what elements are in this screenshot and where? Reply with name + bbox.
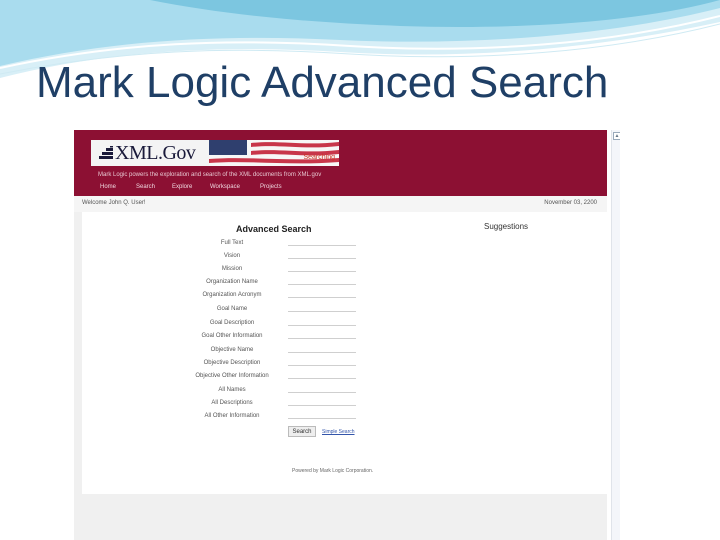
site-tagline: Mark Logic powers the exploration and se… [98, 172, 322, 178]
nav-item-home[interactable]: Home [100, 184, 116, 190]
field-label-objective-other-information: Objective Other Information [195, 373, 269, 379]
search-button[interactable]: Search [288, 426, 316, 437]
vision-input[interactable] [288, 249, 356, 259]
field-label-objective-description: Objective Description [203, 360, 261, 366]
all-descriptions-input[interactable] [288, 396, 356, 406]
nav-item-explore[interactable]: Explore [172, 184, 192, 190]
field-label-all-names: All Names [218, 387, 246, 393]
field-label-organization-name: Organization Name [206, 279, 258, 285]
organization-name-input[interactable] [288, 275, 356, 285]
field-label-full-text: Full Text [220, 240, 244, 246]
goal-other-information-input[interactable] [288, 329, 356, 339]
field-label-organization-acronym: Organization Acronym [202, 292, 262, 298]
field-label-goal-other-information: Goal Other Information [201, 333, 263, 339]
powered-by-footer: Powered by Mark Logic Corporation. [292, 468, 374, 474]
goal-description-input[interactable] [288, 316, 356, 326]
advanced-search-title: Advanced Search [236, 224, 312, 234]
objective-description-input[interactable] [288, 356, 356, 366]
field-label-objective-name: Objective Name [210, 347, 254, 353]
nav-item-search[interactable]: Search [136, 184, 155, 190]
vertical-scrollbar[interactable]: ▲ [611, 130, 620, 540]
all-other-information-input[interactable] [288, 409, 356, 419]
mission-input[interactable] [288, 262, 356, 272]
field-label-all-descriptions: All Descriptions [211, 400, 253, 406]
objective-other-information-input[interactable] [288, 369, 356, 379]
scroll-up-arrow-icon[interactable]: ▲ [613, 132, 620, 140]
field-label-goal-description: Goal Description [209, 320, 255, 326]
site-header: XML.Gov Searching Mark Logic powers the … [74, 130, 607, 196]
full-text-input[interactable] [288, 236, 356, 246]
current-date: November 03, 2200 [544, 200, 597, 206]
us-flag-icon [209, 140, 339, 166]
site-logo[interactable]: XML.Gov Searching [91, 140, 339, 166]
nav-item-workspace[interactable]: Workspace [210, 184, 240, 190]
field-label-all-other-information: All Other Information [204, 413, 260, 419]
browser-screenshot: XML.Gov Searching Mark Logic powers the … [74, 130, 620, 540]
organization-acronym-input[interactable] [288, 288, 356, 298]
field-label-vision: Vision [223, 253, 241, 259]
simple-search-link[interactable]: Simple Search [322, 429, 355, 435]
flag-note: Searching [303, 154, 335, 161]
user-bar: Welcome John Q. User! November 03, 2200 [74, 196, 607, 213]
field-label-mission: Mission [221, 266, 243, 272]
logo-text: XML.Gov [115, 142, 196, 164]
field-label-goal-name: Goal Name [216, 306, 248, 312]
objective-name-input[interactable] [288, 343, 356, 353]
suggestions-heading: Suggestions [484, 222, 529, 231]
xml-gov-logo-icon [99, 146, 113, 159]
search-content: Advanced Search Suggestions Full Text Vi… [82, 212, 607, 494]
slide-title: Mark Logic Advanced Search [36, 58, 609, 107]
goal-name-input[interactable] [288, 302, 356, 312]
nav-item-projects[interactable]: Projects [260, 184, 282, 190]
user-welcome: Welcome John Q. User! [82, 200, 146, 206]
all-names-input[interactable] [288, 383, 356, 393]
